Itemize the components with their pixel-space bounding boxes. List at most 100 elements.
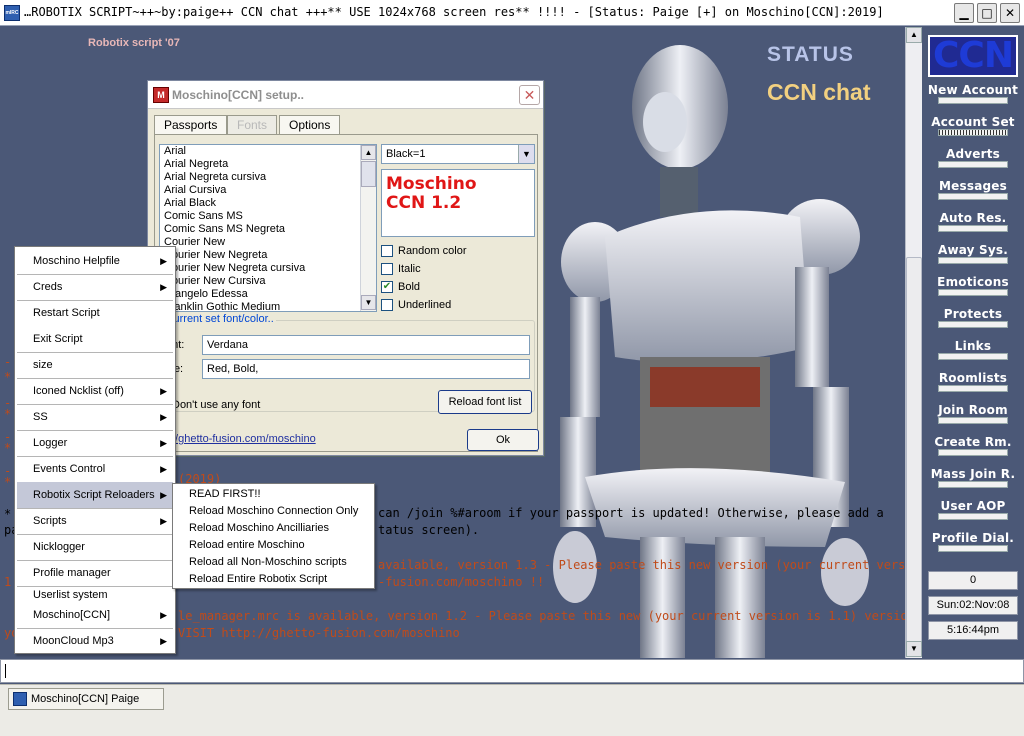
menu-item-profile-manager[interactable]: Profile manager xyxy=(17,560,173,586)
font-list[interactable]: Arial Arial Negreta Arial Negreta cursiv… xyxy=(159,144,377,312)
font-list-item[interactable]: Arial xyxy=(160,145,376,158)
chat-line: tatus screen). xyxy=(378,523,480,537)
font-list-item[interactable]: Arial Negreta cursiva xyxy=(160,171,376,184)
menu-item-moschino-ccn[interactable]: Moschino[CCN] ▶ xyxy=(17,603,173,627)
font-list-item[interactable]: Erangelo Edessa xyxy=(160,288,376,301)
font-list-scroll-thumb[interactable] xyxy=(361,161,376,187)
status-title: STATUS xyxy=(767,43,854,66)
sidebar-item-account-set[interactable]: Account Set xyxy=(922,115,1024,136)
font-list-item[interactable]: Franklin Gothic Medium xyxy=(160,301,376,311)
menu-item-restart-script[interactable]: Restart Script xyxy=(17,300,173,326)
menu-item-label: Moschino Helpfile xyxy=(33,255,120,267)
sidebar-item-mass-join[interactable]: Mass Join R. xyxy=(922,467,1024,488)
submenu-item-reload-non-moschino[interactable]: Reload all Non-Moschino scripts xyxy=(175,554,373,571)
checkbox-box[interactable] xyxy=(381,299,393,311)
font-list-item[interactable]: Comic Sans MS xyxy=(160,210,376,223)
sidebar-item-emoticons[interactable]: Emoticons xyxy=(922,275,1024,296)
font-list-scrollbar[interactable]: ▲ ▼ xyxy=(360,145,376,311)
sidebar-item-protects[interactable]: Protects xyxy=(922,307,1024,328)
font-list-scroll-up[interactable]: ▲ xyxy=(361,145,376,160)
menu-item-helpfile[interactable]: Moschino Helpfile ▶ xyxy=(17,248,173,274)
menu-item-exit-script[interactable]: Exit Script xyxy=(17,326,173,352)
ccn-logo-text: CCN xyxy=(933,35,1014,76)
menu-item-mooncloud-mp3[interactable]: MoonCloud Mp3 ▶ xyxy=(17,628,173,654)
chevron-down-icon[interactable]: ▼ xyxy=(518,145,534,163)
menu-item-logger[interactable]: Logger ▶ xyxy=(17,430,173,456)
menu-item-size[interactable]: size xyxy=(17,352,173,378)
sidebar-item-roomlists[interactable]: Roomlists xyxy=(922,371,1024,392)
channel-icon xyxy=(13,692,27,706)
menu-item-creds[interactable]: Creds ▶ xyxy=(17,274,173,300)
submenu-item-reload-ancilliaries[interactable]: Reload Moschino Ancilliaries xyxy=(175,520,373,537)
font-list-item[interactable]: Courier New xyxy=(160,236,376,249)
font-list-item[interactable]: Courier New Negreta xyxy=(160,249,376,262)
italic-checkbox[interactable]: Italic xyxy=(381,262,421,277)
chat-scrollbar[interactable]: ▲ ▼ xyxy=(905,27,922,658)
font-list-item[interactable]: Comic Sans MS Negreta xyxy=(160,223,376,236)
scroll-thumb[interactable] xyxy=(906,257,922,657)
font-list-item[interactable]: Arial Cursiva xyxy=(160,184,376,197)
random-color-checkbox[interactable]: Random color xyxy=(381,244,466,259)
checkbox-box[interactable] xyxy=(381,263,393,275)
chat-input[interactable] xyxy=(0,659,1024,683)
submenu-arrow-icon: ▶ xyxy=(160,636,167,646)
tab-passports[interactable]: Passports xyxy=(154,115,228,135)
checkbox-box[interactable] xyxy=(381,245,393,257)
ok-button[interactable]: Ok xyxy=(467,429,539,451)
color-select[interactable]: Black=1 ▼ xyxy=(381,144,535,164)
sidebar-item-away-sys[interactable]: Away Sys. xyxy=(922,243,1024,264)
color-select-value: Black=1 xyxy=(386,148,426,160)
menu-item-nicklogger[interactable]: Nicklogger xyxy=(17,534,173,560)
sidebar-item-join-room[interactable]: Join Room xyxy=(922,403,1024,424)
menu-item-scripts[interactable]: Scripts ▶ xyxy=(17,508,173,534)
no-font-option[interactable]: Don't use any font xyxy=(172,399,260,411)
sidebar-item-create-room[interactable]: Create Rm. xyxy=(922,435,1024,456)
submenu-item-read-first[interactable]: READ FIRST!! xyxy=(175,486,373,503)
tab-fonts[interactable]: Fonts xyxy=(227,115,278,135)
counter-box: 0 xyxy=(928,571,1018,590)
tab-options[interactable]: Options xyxy=(279,115,341,135)
minimize-button[interactable]: ▁ xyxy=(954,3,974,23)
font-list-scroll-down[interactable]: ▼ xyxy=(361,295,376,310)
menu-item-ss[interactable]: SS ▶ xyxy=(17,404,173,430)
font-list-item[interactable]: Arial Negreta xyxy=(160,158,376,171)
task-item-moschino[interactable]: Moschino[CCN] Paige xyxy=(8,688,164,710)
bold-checkbox[interactable]: ✔ Bold xyxy=(381,280,420,295)
menu-item-label: MoonCloud Mp3 xyxy=(33,635,114,647)
menu-item-userlist-system[interactable]: Userlist system xyxy=(17,586,173,604)
sidebar-item-links[interactable]: Links xyxy=(922,339,1024,360)
sidebar-item-profile-dial[interactable]: Profile Dial. xyxy=(922,531,1024,552)
font-list-item[interactable]: Courier New Negreta cursiva xyxy=(160,262,376,275)
menu-item-events-control[interactable]: Events Control ▶ xyxy=(17,456,173,482)
sidebar-item-adverts[interactable]: Adverts xyxy=(922,147,1024,168)
menu-item-label: Restart Script xyxy=(33,307,100,319)
sidebar-item-bar xyxy=(938,289,1008,296)
current-style-field[interactable]: Red, Bold, xyxy=(202,359,530,379)
font-list-item[interactable]: Courier New Cursiva xyxy=(160,275,376,288)
close-button[interactable]: ✕ xyxy=(1000,3,1020,23)
sidebar-item-user-aop[interactable]: User AOP xyxy=(922,499,1024,520)
preview-line-1: Moschino xyxy=(386,174,477,194)
submenu-item-reload-robotix[interactable]: Reload Entire Robotix Script xyxy=(175,571,373,588)
submenu-item-reload-moschino[interactable]: Reload entire Moschino xyxy=(175,537,373,554)
sidebar-item-messages[interactable]: Messages xyxy=(922,179,1024,200)
maximize-button[interactable]: □ xyxy=(977,3,997,23)
reload-font-list-button[interactable]: Reload font list xyxy=(438,390,532,414)
ccn-chat-title: CCN chat xyxy=(767,79,871,105)
menu-item-label: Moschino[CCN] xyxy=(33,609,111,621)
sidebar-item-auto-res[interactable]: Auto Res. xyxy=(922,211,1024,232)
chat-bullet: * xyxy=(4,475,12,489)
dialog-close-button[interactable]: ✕ xyxy=(519,85,540,105)
scroll-up-button[interactable]: ▲ xyxy=(906,27,922,43)
font-list-item[interactable]: Arial Black xyxy=(160,197,376,210)
sidebar-item-new-account[interactable]: New Account xyxy=(922,83,1024,104)
checkbox-box[interactable]: ✔ xyxy=(381,281,393,293)
submenu-item-reload-connection[interactable]: Reload Moschino Connection Only xyxy=(175,503,373,520)
menu-item-iconed-nicklist[interactable]: Iconed Ncklist (off) ▶ xyxy=(17,378,173,404)
scroll-down-button[interactable]: ▼ xyxy=(906,641,922,657)
current-font-field[interactable]: Verdana xyxy=(202,335,530,355)
underlined-checkbox[interactable]: Underlined xyxy=(381,298,451,313)
menu-item-robotix-reloaders[interactable]: Robotix Script Reloaders ▶ xyxy=(17,482,173,508)
moschino-link[interactable]: //ghetto-fusion.com/moschino xyxy=(172,433,316,445)
sidebar-item-bar xyxy=(938,193,1008,200)
